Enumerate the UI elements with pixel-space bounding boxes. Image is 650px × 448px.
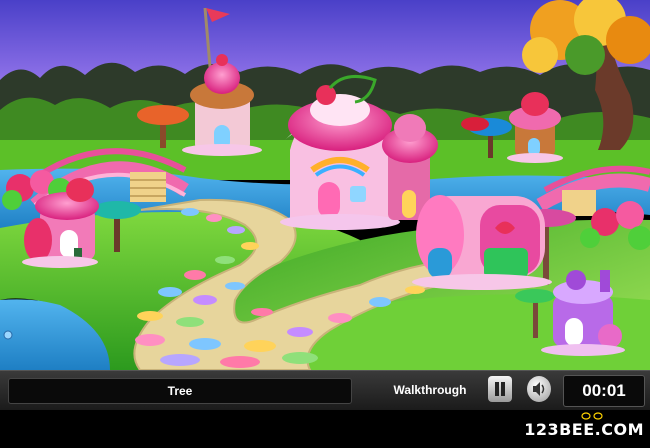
timer-display: 00:01 <box>563 375 645 407</box>
speaker-icon <box>533 382 545 396</box>
game-hud-bar: Tree Walkthrough 00:01 <box>0 370 650 411</box>
hidden-item-marker[interactable] <box>3 330 13 340</box>
pause-icon <box>495 382 499 396</box>
game-stage: Tree Walkthrough 00:01 123BEE.COM <box>0 0 650 448</box>
find-item-label: Tree <box>8 378 352 404</box>
footer-bar: 123BEE.COM <box>0 410 650 448</box>
pause-button[interactable] <box>488 376 512 402</box>
candy-village-scene[interactable] <box>0 0 650 370</box>
walkthrough-button[interactable]: Walkthrough <box>384 378 476 402</box>
pause-icon-bar <box>501 382 505 396</box>
site-logo[interactable]: 123BEE.COM <box>524 420 644 439</box>
sound-button[interactable] <box>527 376 551 402</box>
